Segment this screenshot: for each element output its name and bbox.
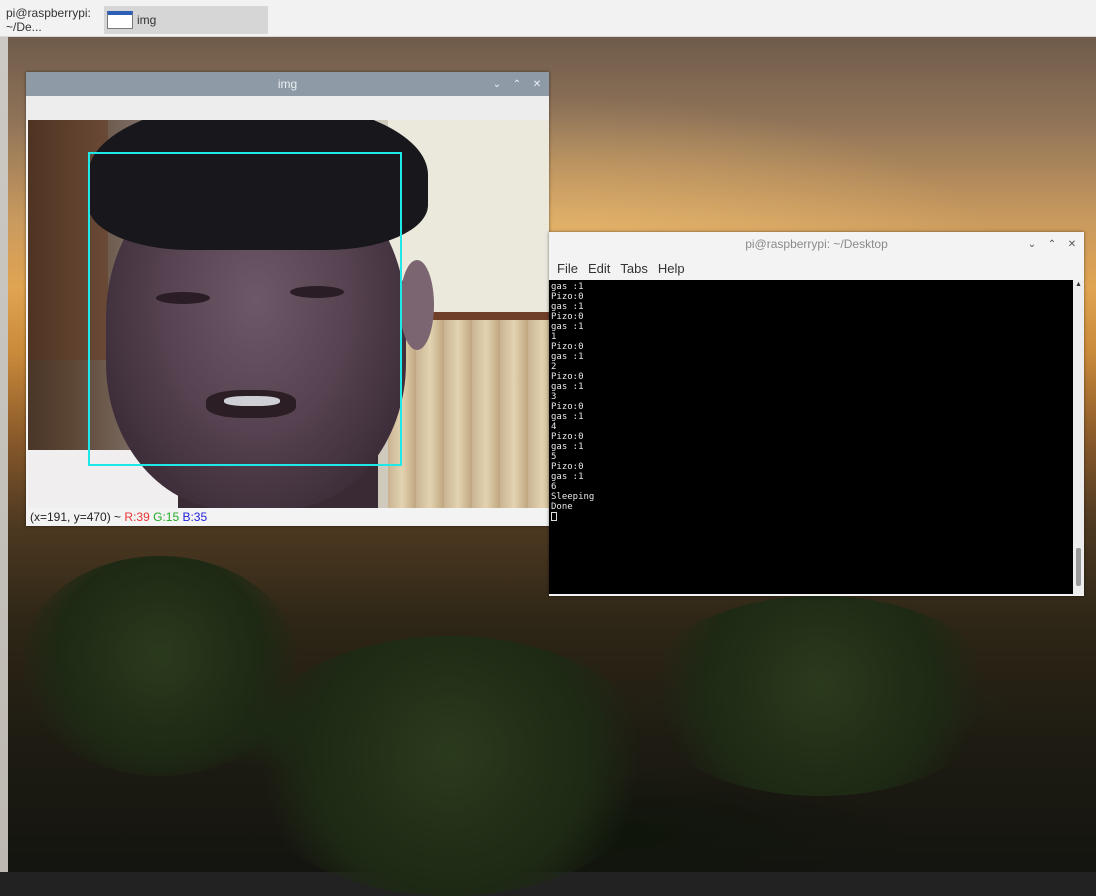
terminal-line: 2 <box>551 362 557 372</box>
terminal-text: gas :1 Pizo:0 gas :1 Pizo:0 gas :1 1 Pizo:0 gas… <box>551 282 594 522</box>
terminal-line: Pizo:0 <box>551 462 584 472</box>
menu-edit[interactable]: Edit <box>588 261 610 276</box>
terminal-cursor <box>551 512 557 521</box>
menu-help[interactable]: Help <box>658 261 685 276</box>
terminal-menubar: File Edit Tabs Help <box>549 256 1084 280</box>
terminal-line: 5 <box>551 452 557 462</box>
window-title: img <box>277 77 298 91</box>
cursor-coords: (x=191, y=470) ~ <box>30 510 122 524</box>
menu-file[interactable]: File <box>557 261 578 276</box>
terminal-line: Sleeping <box>551 492 595 502</box>
taskbar-item-terminal[interactable]: pi@raspberrypi: ~/De... <box>6 6 104 34</box>
taskbar-item-label: img <box>137 13 157 27</box>
terminal-line: Pizo:0 <box>551 292 584 302</box>
terminal-line: gas :1 <box>551 302 584 312</box>
window-controls: ⌄ ⌃ ✕ <box>1026 232 1078 256</box>
terminal-line: gas :1 <box>551 352 584 362</box>
terminal-line: gas :1 <box>551 282 584 292</box>
scroll-thumb[interactable] <box>1076 548 1081 586</box>
terminal-line: 4 <box>551 422 557 432</box>
terminal-line: 3 <box>551 392 557 402</box>
terminal-line: Pizo:0 <box>551 342 584 352</box>
terminal-scrollbar[interactable]: ▲ <box>1073 280 1084 594</box>
terminal-titlebar[interactable]: pi@raspberrypi: ~/Desktop ⌄ ⌃ ✕ <box>549 232 1084 256</box>
terminal-line: gas :1 <box>551 322 584 332</box>
terminal-line: gas :1 <box>551 382 584 392</box>
terminal-prompt <box>551 512 594 522</box>
wallpaper-tree <box>240 636 660 896</box>
terminal-line: gas :1 <box>551 412 584 422</box>
window-controls: ⌄ ⌃ ✕ <box>491 72 543 96</box>
person-ear <box>400 260 434 350</box>
minimize-icon[interactable]: ⌃ <box>511 79 523 90</box>
terminal-line: 1 <box>551 332 557 342</box>
img-window-toolbar <box>26 96 549 120</box>
pixel-blue: B:35 <box>182 510 208 524</box>
terminal-line: gas :1 <box>551 442 584 452</box>
terminal-line: Pizo:0 <box>551 312 584 322</box>
taskbar-item-img[interactable]: img <box>104 6 268 34</box>
terminal-window: pi@raspberrypi: ~/Desktop ⌄ ⌃ ✕ File Edi… <box>549 232 1084 596</box>
scroll-up-icon[interactable]: ▲ <box>1073 280 1084 290</box>
pixel-green: G:15 <box>153 510 180 524</box>
minimize-icon[interactable]: ⌃ <box>1046 239 1058 250</box>
wallpaper-tree <box>20 556 300 776</box>
img-status-bar: (x=191, y=470) ~ R:39 G:15 B:35 <box>26 508 553 526</box>
terminal-line: Pizo:0 <box>551 432 584 442</box>
img-window-titlebar[interactable]: img ⌄ ⌃ ✕ <box>26 72 549 96</box>
window-title: pi@raspberrypi: ~/Desktop <box>745 237 888 251</box>
terminal-line: 6 <box>551 482 557 492</box>
terminal-line: Pizo:0 <box>551 372 584 382</box>
window-icon <box>107 11 133 29</box>
pixel-red: R:39 <box>124 510 150 524</box>
close-icon[interactable]: ✕ <box>1066 239 1078 250</box>
chevron-down-icon[interactable]: ⌄ <box>1026 239 1038 250</box>
close-icon[interactable]: ✕ <box>531 79 543 90</box>
terminal-output[interactable]: gas :1 Pizo:0 gas :1 Pizo:0 gas :1 1 Pizo:0 gas… <box>549 280 1073 594</box>
taskbar: pi@raspberrypi: ~/De... img <box>0 0 1096 37</box>
terminal-line: gas :1 <box>551 472 584 482</box>
img-window: img ⌄ ⌃ ✕ (x=191, y=470) ~ R:39 G:15 B:3… <box>26 72 553 526</box>
terminal-line: Pizo:0 <box>551 402 584 412</box>
menu-tabs[interactable]: Tabs <box>620 261 647 276</box>
wallpaper-tree <box>640 596 1000 796</box>
chevron-down-icon[interactable]: ⌄ <box>491 79 503 90</box>
desktop-edge <box>0 36 8 872</box>
taskbar-item-label: pi@raspberrypi: ~/De... <box>6 6 91 34</box>
camera-frame <box>28 120 549 508</box>
terminal-line: Done <box>551 502 573 512</box>
face-detection-box <box>88 152 402 466</box>
